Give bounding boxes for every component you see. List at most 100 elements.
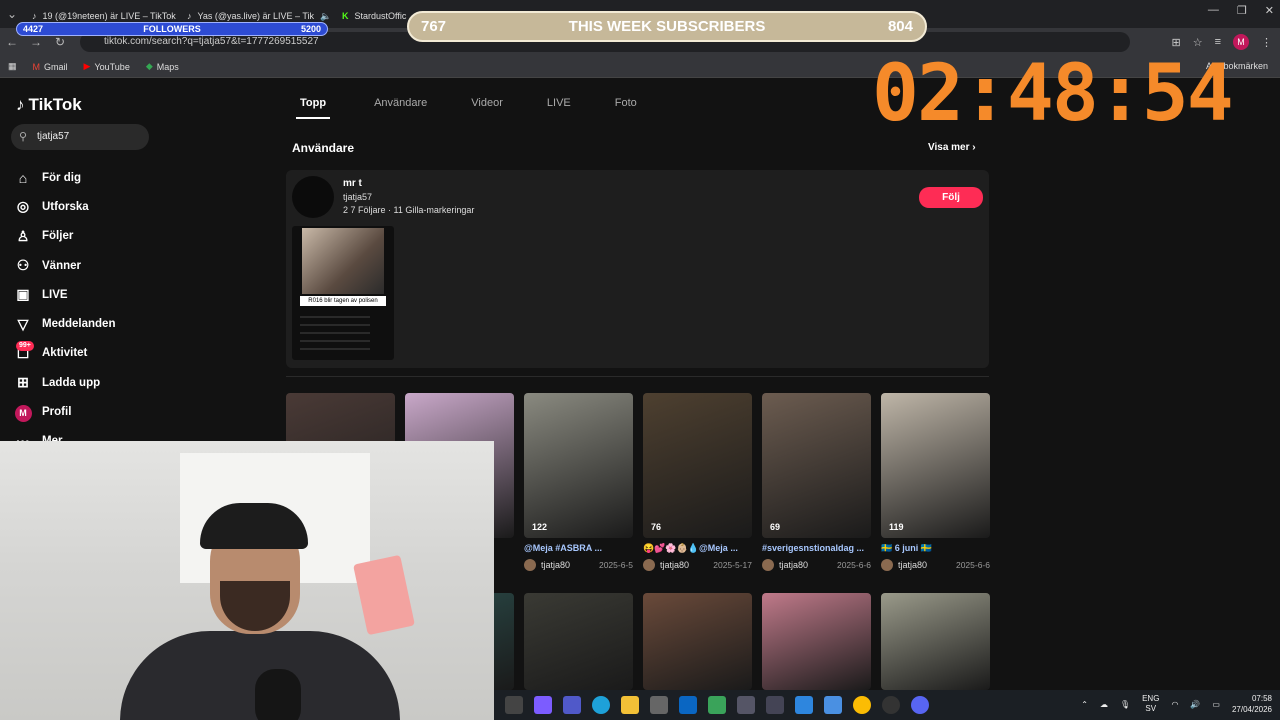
nav-live[interactable]: ▣ LIVE <box>14 280 115 309</box>
user-video-thumbnail[interactable]: R016 blir tagen av polisen <box>292 226 394 360</box>
menu-icon[interactable]: ⋮ <box>1261 36 1272 49</box>
author-avatar[interactable] <box>524 559 536 571</box>
nav-profile[interactable]: M Profil <box>14 397 115 426</box>
app-icon[interactable] <box>824 696 842 714</box>
followers-current: 4427 <box>23 24 44 34</box>
discord-icon[interactable] <box>911 696 929 714</box>
wifi-icon[interactable]: ◠ <box>1171 700 1178 709</box>
followers-goal: 5200 <box>300 24 321 34</box>
tiktok-logo[interactable]: ♪ TikTok <box>16 95 82 115</box>
user-result-card[interactable]: mr t tjatja57 2 7 Följare · 11 Gilla-mar… <box>286 170 989 368</box>
nav-label: Utforska <box>42 200 89 213</box>
lang-code: ENG <box>1142 694 1160 703</box>
video-caption[interactable]: #sverigesnstionaldag ... <box>762 543 871 553</box>
tab-photo[interactable]: Foto <box>615 97 637 119</box>
video-card[interactable] <box>881 593 990 690</box>
video-author[interactable]: tjatja80 <box>541 560 570 570</box>
lang-indicator[interactable]: ENG SV <box>1142 694 1159 714</box>
video-meta: tjatja80 2025-5-17 <box>643 559 752 571</box>
translate-icon[interactable]: ⊞ <box>1171 36 1180 49</box>
photos-icon[interactable] <box>795 696 813 714</box>
search-input[interactable]: ⚲ tjatja57 <box>11 124 149 150</box>
forward-icon[interactable]: → <box>24 35 48 49</box>
bookmark-star-icon[interactable]: ☆ <box>1193 36 1203 49</box>
bookmark-youtube[interactable]: ▶ YouTube <box>84 61 130 72</box>
bookmark-gmail[interactable]: M Gmail <box>33 62 68 72</box>
vpn-icon[interactable] <box>708 696 726 714</box>
nav-activity[interactable]: ☐ 99+ Aktivitet <box>14 339 115 368</box>
tab-users[interactable]: Användare <box>374 97 427 119</box>
restore-icon[interactable]: ❐ <box>1237 4 1247 17</box>
speaker-icon[interactable]: 🔈 <box>320 11 331 22</box>
tab-live[interactable]: LIVE <box>547 97 571 119</box>
author-avatar[interactable] <box>881 559 893 571</box>
media-icon[interactable]: ≡ <box>1215 36 1221 48</box>
nav-label: LIVE <box>42 288 68 301</box>
chevron-up-icon[interactable]: ⌃ <box>1081 700 1088 709</box>
folder-icon[interactable] <box>621 696 639 714</box>
author-avatar[interactable] <box>762 559 774 571</box>
bookmark-label: Gmail <box>44 61 68 72</box>
chrome-icon[interactable] <box>853 696 871 714</box>
compass-icon: ◎ <box>16 198 30 215</box>
video-card[interactable]: 76 <box>643 393 752 538</box>
nav-explore[interactable]: ◎ Utforska <box>14 192 115 221</box>
see-more-link[interactable]: Visa mer › <box>928 142 976 153</box>
edge-icon[interactable] <box>592 696 610 714</box>
nav-for-you[interactable]: ⌂ För dig <box>14 163 115 192</box>
video-card[interactable]: 119 <box>881 393 990 538</box>
obs-icon[interactable] <box>882 696 900 714</box>
close-window-icon[interactable]: ✕ <box>1265 4 1274 17</box>
user-avatar[interactable] <box>292 176 334 218</box>
stream-timer: 02:48:54 <box>872 49 1234 139</box>
video-meta: tjatja80 2025-6-6 <box>881 559 990 571</box>
back-icon[interactable]: ← <box>0 35 24 49</box>
subs-label: THIS WEEK SUBSCRIBERS <box>568 18 766 35</box>
video-caption: R016 blir tagen av polisen <box>300 296 386 306</box>
copilot-icon[interactable] <box>534 696 552 714</box>
apps-icon[interactable]: ▦ <box>8 61 17 72</box>
video-card[interactable] <box>643 593 752 690</box>
store-icon[interactable] <box>650 696 668 714</box>
nav-upload[interactable]: ⊞ Ladda upp <box>14 368 115 397</box>
outlook-icon[interactable] <box>679 696 697 714</box>
volume-icon[interactable]: 🔊 <box>1190 700 1200 709</box>
users-section-title: Användare <box>292 141 355 155</box>
followers-label: FOLLOWERS <box>143 24 201 34</box>
app-icon[interactable] <box>737 696 755 714</box>
video-card[interactable] <box>762 593 871 690</box>
video-author[interactable]: tjatja80 <box>898 560 927 570</box>
tab-top[interactable]: Topp <box>296 97 331 119</box>
bookmark-maps[interactable]: ◆ Maps <box>146 61 179 72</box>
video-card[interactable]: 69 <box>762 393 871 538</box>
video-caption[interactable]: @Meja #ASBRA ... <box>524 543 633 553</box>
clock[interactable]: 07:58 27/04/2026 <box>1232 693 1272 715</box>
video-author[interactable]: tjatja80 <box>660 560 689 570</box>
minimize-icon[interactable]: — <box>1208 4 1219 17</box>
video-author[interactable]: tjatja80 <box>779 560 808 570</box>
nav-friends[interactable]: ⚇ Vänner <box>14 251 115 280</box>
video-caption[interactable]: 😝💕🌸👶🏼💧@Meja ... <box>643 543 752 554</box>
teams-icon[interactable] <box>563 696 581 714</box>
video-photo <box>302 228 384 294</box>
video-card[interactable]: 122 <box>524 393 633 538</box>
author-avatar[interactable] <box>643 559 655 571</box>
subs-goal: 804 <box>887 18 913 35</box>
maps-icon: ◆ <box>145 61 153 71</box>
mic-icon[interactable]: 🎙 <box>1120 700 1130 709</box>
cloud-icon[interactable]: ☁ <box>1100 700 1108 709</box>
follow-button[interactable]: Följ <box>919 187 983 208</box>
reload-icon[interactable]: ↻ <box>48 35 72 49</box>
tab-search-icon[interactable]: ⌄ <box>0 7 24 21</box>
tab-videos[interactable]: Videor <box>471 97 503 119</box>
nav-following[interactable]: ♙ Följer <box>14 222 115 251</box>
app-icon[interactable] <box>766 696 784 714</box>
webcam-person-cap <box>200 503 308 549</box>
video-card[interactable] <box>524 593 633 690</box>
nav-messages[interactable]: ▽ Meddelanden <box>14 309 116 338</box>
battery-icon[interactable]: ▭ <box>1212 700 1220 709</box>
system-tray: ⌃ ☁ 🎙 ENG SV ◠ 🔊 ▭ 07:58 27/04/2026 <box>1081 693 1272 715</box>
taskview-icon[interactable] <box>505 696 523 714</box>
profile-avatar[interactable]: M <box>1233 34 1249 50</box>
video-caption[interactable]: 🇸🇪 6 juni 🇸🇪 <box>881 543 990 554</box>
